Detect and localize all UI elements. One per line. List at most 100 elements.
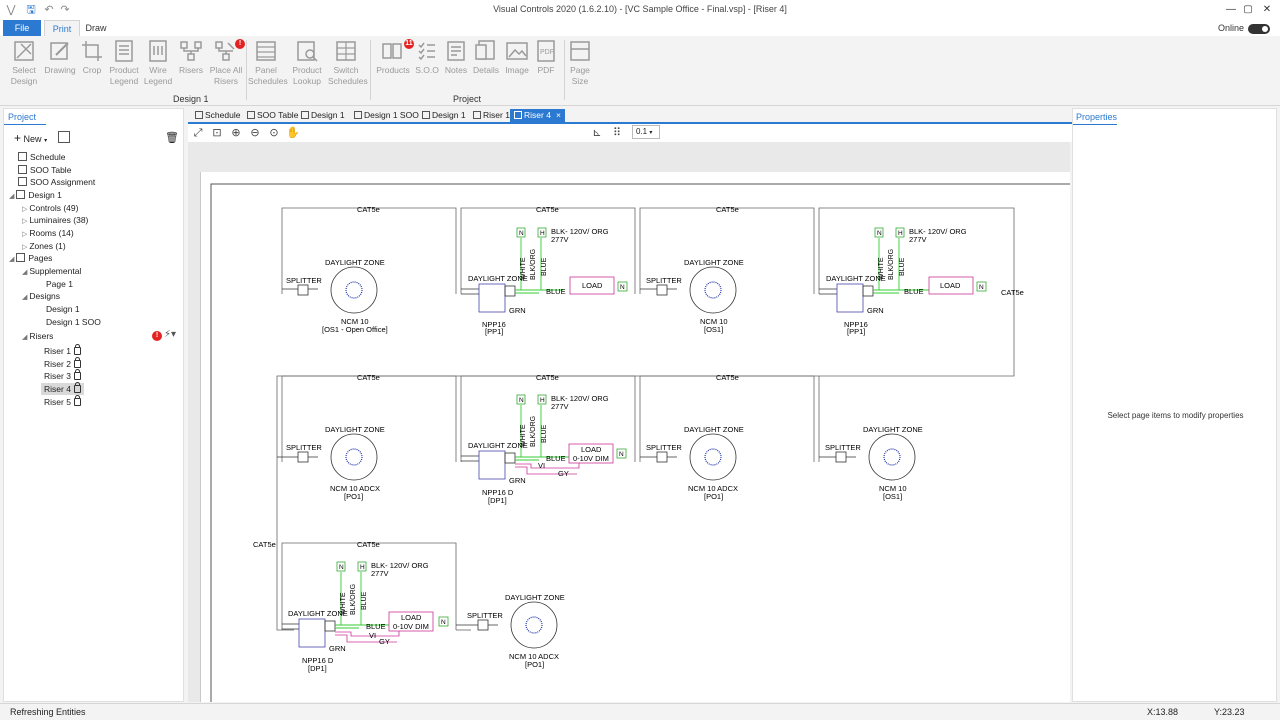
cat5e-label: CAT5e — [716, 373, 739, 382]
tab-print[interactable]: Print — [44, 20, 80, 36]
risers-button[interactable]: Risers — [174, 39, 208, 94]
zoom-in-icon[interactable]: ⊕ — [229, 126, 243, 140]
daylight-sensor-ncm10-adcx[interactable]: DAYLIGHT ZONE NCM 10 ADCX [PO1] — [505, 593, 565, 669]
tree-item-supplemental[interactable]: ◢ Supplemental — [22, 265, 81, 277]
maximize-icon[interactable]: ▢ — [1239, 3, 1257, 17]
tab-draw[interactable]: Draw — [80, 20, 112, 36]
splitter-device[interactable]: SPLITTER — [282, 276, 322, 296]
ribbon-tab-bar: File Print Draw Online — [0, 20, 1280, 36]
product-legend-icon — [112, 39, 136, 63]
svg-text:N: N — [619, 451, 624, 458]
tree-item-designs-design1-soo[interactable]: Design 1 SOO — [46, 316, 101, 328]
crop-button[interactable]: Crop — [77, 39, 107, 94]
properties-list-icon[interactable] — [58, 131, 70, 143]
zoom-window-icon[interactable]: ⊡ — [210, 126, 224, 140]
splitter-device[interactable]: SPLITTER — [640, 276, 682, 296]
svg-text:VI: VI — [369, 631, 376, 640]
tree-item-riser-4[interactable]: Riser 4 — [41, 382, 84, 395]
online-toggle[interactable] — [1248, 24, 1270, 34]
doc-tab-design1[interactable]: Design 1 — [299, 109, 347, 122]
doc-tab-riser4[interactable]: Riser 4 × — [510, 109, 565, 122]
svg-text:WHITE: WHITE — [340, 592, 347, 615]
daylight-sensor-ncm10-adcx[interactable]: DAYLIGHT ZONE NCM 10 ADCX [PO1] — [684, 425, 744, 501]
tree-item-risers[interactable]: ◢ Risers — [22, 330, 53, 342]
doc-tab-schedule[interactable]: Schedule — [193, 109, 242, 122]
svg-text:N: N — [339, 564, 344, 571]
ortho-icon[interactable]: ⊾ — [590, 126, 604, 140]
svg-text:GY: GY — [558, 469, 569, 478]
tree-item-pages[interactable]: ◢ Pages — [9, 252, 52, 264]
power-pack-npp16[interactable]: DAYLIGHT ZONE BLUE LOAD N N H BLK- 120V/… — [461, 227, 628, 336]
soo-button[interactable]: S.O.O — [411, 39, 443, 94]
doc-tab-riser1[interactable]: Riser 1 — [471, 109, 512, 122]
drawing-button[interactable]: Drawing — [43, 39, 77, 94]
minimize-icon[interactable]: — — [1222, 3, 1240, 17]
cat5e-label: CAT5e — [1001, 288, 1024, 297]
notes-button[interactable]: Notes — [440, 39, 472, 94]
close-icon[interactable]: ✕ — [1258, 3, 1276, 17]
svg-text:SPLITTER: SPLITTER — [646, 276, 682, 285]
tree-item-zones[interactable]: ▷ Zones (1) — [22, 240, 66, 252]
riser-diagram: CAT5e CAT5e CAT5e CAT5e SPLITTER DAYLIGH… — [210, 183, 1070, 702]
splitter-device[interactable]: SPLITTER — [819, 443, 861, 463]
select-design-button[interactable]: Select Design — [7, 39, 41, 94]
table-icon — [18, 165, 27, 174]
trash-icon[interactable]: 🗑 — [165, 131, 179, 144]
panel-schedules-button[interactable]: Panel Schedules — [248, 39, 288, 94]
tree-item-page1[interactable]: Page 1 — [46, 278, 73, 290]
svg-text:BLUE: BLUE — [361, 591, 368, 610]
product-legend-button[interactable]: Product Legend — [107, 39, 141, 94]
tree-item-schedule[interactable]: Schedule — [18, 151, 65, 163]
splitter-device[interactable]: SPLITTER — [640, 443, 682, 463]
pan-hand-icon[interactable]: ✋ — [286, 126, 300, 140]
daylight-sensor-ncm10[interactable]: DAYLIGHT ZONE NCM 10 [OS1 - Open Office] — [322, 258, 388, 334]
close-tab-icon[interactable]: × — [556, 110, 561, 120]
tree-item-soo-assignment[interactable]: SOO Assignment — [18, 176, 95, 188]
doc-tab-design1-page[interactable]: Design 1 — [420, 109, 468, 122]
tree-item-riser-5[interactable]: Riser 5 — [44, 395, 81, 408]
image-button[interactable]: Image — [501, 39, 533, 94]
svg-text:BLK/ORG: BLK/ORG — [530, 416, 537, 447]
grid-snap-icon[interactable]: ⠿ — [610, 126, 624, 140]
new-button[interactable]: + New ▾ — [14, 131, 47, 145]
product-lookup-button[interactable]: Product Lookup — [289, 39, 325, 94]
project-panel: Project + New ▾ 🗑 Schedule SOO Table SOO… — [3, 108, 184, 702]
snap-value-select[interactable]: 0.1 ▾ — [632, 125, 660, 139]
splitter-device[interactable]: SPLITTER — [456, 611, 503, 631]
drawing-canvas[interactable]: CAT5e CAT5e CAT5e CAT5e SPLITTER DAYLIGH… — [188, 142, 1070, 702]
tree-item-riser-2[interactable]: Riser 2 — [44, 357, 81, 370]
zoom-out-icon[interactable]: ⊖ — [248, 126, 262, 140]
tree-item-riser-3[interactable]: Riser 3 — [44, 369, 81, 382]
svg-text:WHITE: WHITE — [520, 424, 527, 447]
zoom-extents-icon[interactable]: ⤢ — [191, 126, 205, 140]
tree-item-controls[interactable]: ▷ Controls (49) — [22, 202, 78, 214]
tree-item-rooms[interactable]: ▷ Rooms (14) — [22, 227, 74, 239]
status-bar: Refreshing Entities X:13.88 Y:23.23 — [0, 703, 1280, 720]
daylight-sensor-ncm10[interactable]: DAYLIGHT ZONE NCM 10 [OS1] — [863, 425, 923, 501]
magic-wand-icon[interactable]: ⚡▾ — [164, 329, 176, 340]
doc-tab-soo-table[interactable]: SOO Table — [245, 109, 300, 122]
daylight-sensor-ncm10[interactable]: DAYLIGHT ZONE NCM 10 [OS1] — [684, 258, 744, 334]
details-button[interactable]: Details — [470, 39, 502, 94]
title-bar: ⋁ 🖫 ↶ ↷ Visual Controls 2020 (1.6.2.10) … — [0, 0, 1280, 20]
daylight-sensor-ncm10-adcx[interactable]: DAYLIGHT ZONE NCM 10 ADCX [PO1] — [325, 425, 385, 501]
doc-tab-design1-soo[interactable]: Design 1 SOO — [352, 109, 421, 122]
pdf-button[interactable]: PDF PDF — [530, 39, 562, 94]
tree-item-luminaires[interactable]: ▷ Luminaires (38) — [22, 214, 88, 226]
page-size-button[interactable]: Page Size — [563, 39, 597, 94]
power-pack-npp16[interactable]: DAYLIGHT ZONE BLUE LOAD N N H BLK- 120V/… — [819, 227, 987, 336]
tab-file[interactable]: File — [3, 20, 41, 36]
tree-item-soo-table[interactable]: SOO Table — [18, 164, 71, 176]
power-pack-npp16d[interactable]: DAYLIGHT ZONE BLUE LOAD 0-10V DIM N VI G… — [282, 561, 449, 673]
tree-item-design1[interactable]: ◢ Design 1 — [9, 189, 62, 201]
splitter-device[interactable]: SPLITTER — [277, 443, 322, 463]
chevron-down-icon: ▾ — [44, 138, 48, 144]
tree-item-riser-1[interactable]: Riser 1 — [44, 344, 81, 357]
svg-text:DAYLIGHT ZONE: DAYLIGHT ZONE — [468, 274, 528, 283]
tree-item-designs[interactable]: ◢ Designs — [22, 290, 60, 302]
wire-legend-button[interactable]: Wire Legend — [141, 39, 175, 94]
zoom-previous-icon[interactable]: ⊙ — [267, 126, 281, 140]
switch-schedules-button[interactable]: Switch Schedules — [328, 39, 368, 94]
tree-item-designs-design1[interactable]: Design 1 — [46, 303, 80, 315]
power-pack-npp16d[interactable]: DAYLIGHT ZONE BLUE LOAD 0-10V DIM N VI G… — [461, 394, 627, 505]
